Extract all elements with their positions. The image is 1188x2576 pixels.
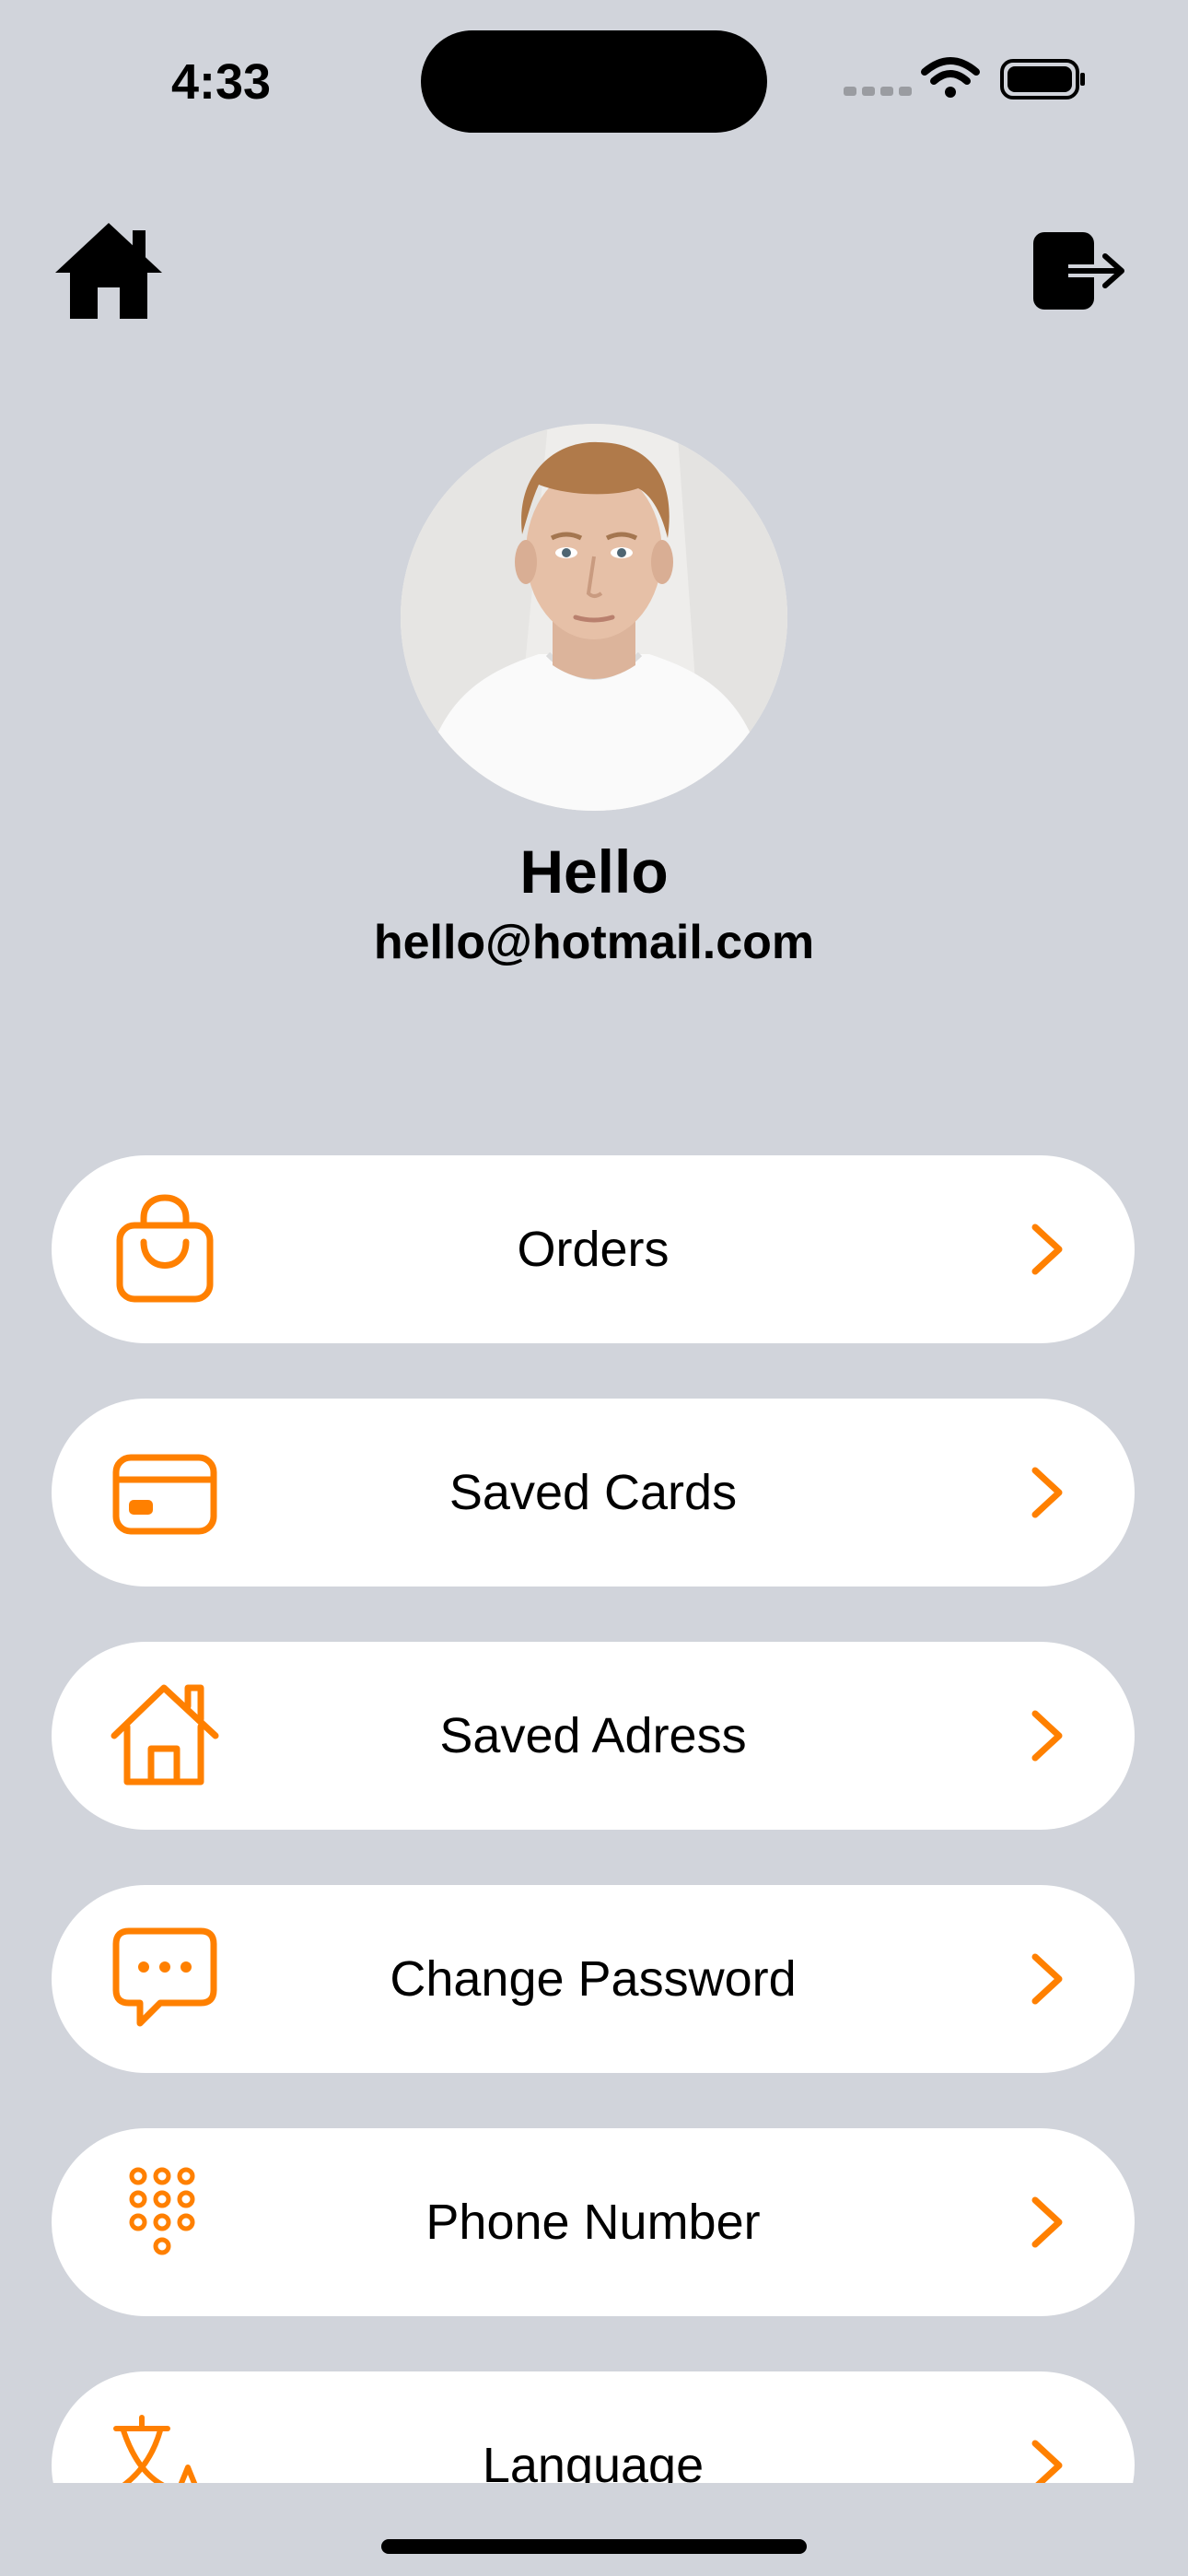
profile-email: hello@hotmail.com <box>373 916 815 969</box>
profile-name: Hello <box>519 837 669 906</box>
status-icons <box>838 52 1087 107</box>
menu-item-label: Change Password <box>390 1951 797 2007</box>
signal-icon <box>844 87 912 96</box>
menu-item-saved-cards[interactable]: Saved Cards <box>52 1399 1135 1587</box>
menu-item-label: Language <box>482 2438 705 2483</box>
menu-item-label: Saved Adress <box>439 1708 747 1763</box>
home-button[interactable] <box>52 219 166 322</box>
avatar[interactable] <box>401 424 787 811</box>
home-indicator[interactable] <box>381 2539 807 2554</box>
home-icon <box>55 223 162 319</box>
menu-item-label: Phone Number <box>425 2195 761 2250</box>
menu-item-label: Orders <box>517 1222 670 1277</box>
chevron-right-icon <box>1031 2440 1063 2483</box>
menu-item-saved-adress[interactable]: Saved Adress <box>52 1642 1135 1830</box>
battery-icon <box>1000 59 1085 100</box>
menu-list: Orders Saved Cards Saved Adress Change P… <box>0 1142 1188 2483</box>
menu-item-orders[interactable]: Orders <box>52 1155 1135 1343</box>
menu-item-language[interactable]: Language <box>52 2371 1135 2483</box>
menu-item-phone-number[interactable]: Phone Number <box>52 2128 1135 2316</box>
menu-item-change-password[interactable]: Change Password <box>52 1885 1135 2073</box>
chevron-right-icon <box>1031 1710 1063 1762</box>
chevron-right-icon <box>1031 1467 1063 1518</box>
menu-item-label: Saved Cards <box>448 1465 738 1520</box>
status-time: 4:33 <box>170 54 272 110</box>
logout-icon <box>1033 232 1124 310</box>
logout-button[interactable] <box>1031 230 1127 311</box>
profile-photo <box>401 424 787 811</box>
dynamic-island <box>421 30 767 133</box>
chevron-right-icon <box>1031 1953 1063 2005</box>
chevron-right-icon <box>1031 2196 1063 2248</box>
wifi-icon <box>921 57 980 98</box>
chevron-right-icon <box>1031 1224 1063 1275</box>
